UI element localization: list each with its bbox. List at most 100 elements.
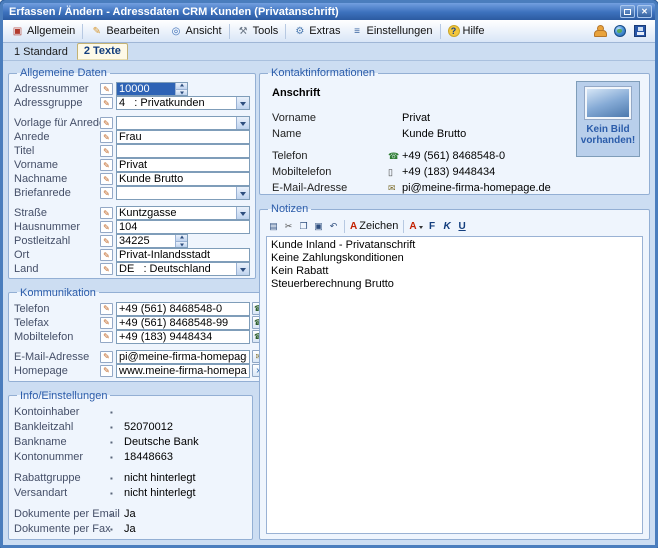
- edit-field-button[interactable]: ✎: [100, 221, 113, 233]
- edit-field-button[interactable]: ✎: [100, 117, 113, 129]
- copy-button[interactable]: ❐: [296, 219, 311, 234]
- chevron-down-icon[interactable]: [236, 207, 249, 219]
- kontakt-telefon-value: +49 (561) 8468548-0: [402, 150, 505, 162]
- cut-button[interactable]: ✂: [281, 219, 296, 234]
- ort-input-field[interactable]: [117, 249, 249, 261]
- edit-field-button[interactable]: ✎: [100, 97, 113, 109]
- edit-field-button[interactable]: ✎: [100, 365, 113, 377]
- edit-field-button[interactable]: ✎: [100, 263, 113, 275]
- hausnummer-input[interactable]: [116, 220, 250, 234]
- edit-field-button[interactable]: ✎: [100, 331, 113, 343]
- save-icon[interactable]: [634, 25, 646, 37]
- chevron-down-icon[interactable]: [236, 263, 249, 275]
- chevron-down-icon[interactable]: [236, 117, 249, 129]
- pencil-icon: ✎: [103, 237, 110, 246]
- edit-field-button[interactable]: ✎: [100, 303, 113, 315]
- menu-hilfe[interactable]: ?Hilfe: [443, 23, 490, 39]
- user-icon[interactable]: [594, 25, 606, 37]
- titel-input-field[interactable]: [117, 145, 249, 157]
- edit-field-button[interactable]: ✎: [100, 131, 113, 143]
- anrede-input[interactable]: [116, 130, 250, 144]
- right-column: Kontaktinformationen Anschrift Vorname P…: [259, 67, 650, 540]
- ort-input[interactable]: [116, 248, 250, 262]
- edit-field-button[interactable]: ✎: [100, 207, 113, 219]
- menu-allgemein[interactable]: ▣Allgemein: [6, 23, 80, 40]
- font-color-button[interactable]: A: [407, 219, 424, 234]
- paste-button[interactable]: ▣: [311, 219, 326, 234]
- field-row: Land ✎ DE : Deutschland: [14, 262, 250, 276]
- telefax-input[interactable]: [116, 316, 250, 330]
- postleitzahl-input[interactable]: [116, 234, 188, 248]
- italic-button[interactable]: K: [440, 219, 455, 234]
- close-button[interactable]: ✕: [637, 5, 652, 18]
- hausnummer-label: Hausnummer: [14, 221, 100, 233]
- chevron-down-icon[interactable]: [236, 187, 249, 199]
- land-select[interactable]: DE : Deutschland: [116, 262, 250, 276]
- edit-field-button[interactable]: ✎: [100, 159, 113, 171]
- hausnummer-input-field[interactable]: [117, 221, 249, 233]
- kontakt-email-value: pi@meine-firma-homepage.de: [402, 182, 551, 194]
- telefon-input-field[interactable]: [117, 303, 249, 315]
- bold-button[interactable]: F: [425, 219, 440, 234]
- insert-table-button[interactable]: ▤: [266, 219, 281, 234]
- versandart-label: Versandart: [14, 487, 110, 499]
- nachname-input-field[interactable]: [117, 173, 249, 185]
- briefanrede-select[interactable]: [116, 186, 250, 200]
- edit-field-button[interactable]: ✎: [100, 83, 113, 95]
- menu-extras[interactable]: ⚙Extras: [288, 23, 345, 40]
- vorlage-anrede-select[interactable]: [116, 116, 250, 130]
- nachname-label: Nachname: [14, 173, 100, 185]
- homepage-input-field[interactable]: [117, 365, 249, 377]
- adressgruppe-label: Adressgruppe: [14, 97, 100, 109]
- edit-field-button[interactable]: ✎: [100, 173, 113, 185]
- toolbar-separator: [403, 220, 404, 233]
- underline-button[interactable]: U: [455, 219, 470, 234]
- menu-ansicht[interactable]: ◎Ansicht: [165, 23, 227, 40]
- postleitzahl-input-field[interactable]: [117, 235, 175, 247]
- postleitzahl-spinner[interactable]: [175, 235, 187, 247]
- tab-texte[interactable]: 2 Texte: [77, 43, 128, 60]
- vorname-input[interactable]: [116, 158, 250, 172]
- adressnummer-input-field[interactable]: [117, 83, 175, 95]
- no-image-text-line1: Kein Bild: [581, 124, 635, 135]
- homepage-input[interactable]: [116, 364, 250, 378]
- adressnummer-input[interactable]: [116, 82, 188, 96]
- undo-button[interactable]: ↶: [326, 219, 341, 234]
- email-input-field[interactable]: [117, 351, 249, 363]
- nachname-input[interactable]: [116, 172, 250, 186]
- field-row: Anrede ✎: [14, 130, 250, 144]
- notes-textarea[interactable]: Kunde Inland - Privatanschrift Keine Zah…: [266, 236, 643, 534]
- edit-field-button[interactable]: ✎: [100, 351, 113, 363]
- edit-field-button[interactable]: ✎: [100, 249, 113, 261]
- telefax-input-field[interactable]: [117, 317, 249, 329]
- menu-bearbeiten[interactable]: ✎Bearbeiten: [85, 23, 164, 40]
- email-input[interactable]: [116, 350, 250, 364]
- info-row: Bankleitzahl ▪ 52070012: [14, 420, 247, 435]
- vorname-input-field[interactable]: [117, 159, 249, 171]
- kontakt-mobiltelefon-value: +49 (183) 9448434: [402, 166, 495, 178]
- character-format-button[interactable]: A Zeichen: [348, 219, 400, 234]
- mobiltelefon-input-field[interactable]: [117, 331, 249, 343]
- edit-field-button[interactable]: ✎: [100, 317, 113, 329]
- adressgruppe-select[interactable]: 4 : Privatkunden: [116, 96, 250, 110]
- telefon-input[interactable]: [116, 302, 250, 316]
- edit-field-button[interactable]: ✎: [100, 187, 113, 199]
- chevron-down-icon[interactable]: [236, 97, 249, 109]
- strasse-select[interactable]: Kuntzgasse: [116, 206, 250, 220]
- pencil-icon: ✎: [103, 352, 110, 361]
- menu-tools[interactable]: ⚒Tools: [232, 23, 284, 40]
- adressnummer-spinner[interactable]: [175, 83, 187, 95]
- field-row: Ort ✎: [14, 248, 250, 262]
- mobiltelefon-input[interactable]: [116, 330, 250, 344]
- menu-einstellungen[interactable]: ≡Einstellungen: [345, 23, 437, 40]
- versandart-value: nicht hinterlegt: [124, 487, 196, 499]
- info-row: Bankname ▪ Deutsche Bank: [14, 435, 247, 450]
- undo-icon: ↶: [330, 221, 338, 232]
- globe-icon[interactable]: [614, 25, 626, 37]
- edit-field-button[interactable]: ✎: [100, 235, 113, 247]
- edit-field-button[interactable]: ✎: [100, 145, 113, 157]
- anrede-input-field[interactable]: [117, 131, 249, 143]
- titel-input[interactable]: [116, 144, 250, 158]
- tab-standard[interactable]: 1 Standard: [8, 45, 74, 60]
- maximize-button[interactable]: [620, 5, 635, 18]
